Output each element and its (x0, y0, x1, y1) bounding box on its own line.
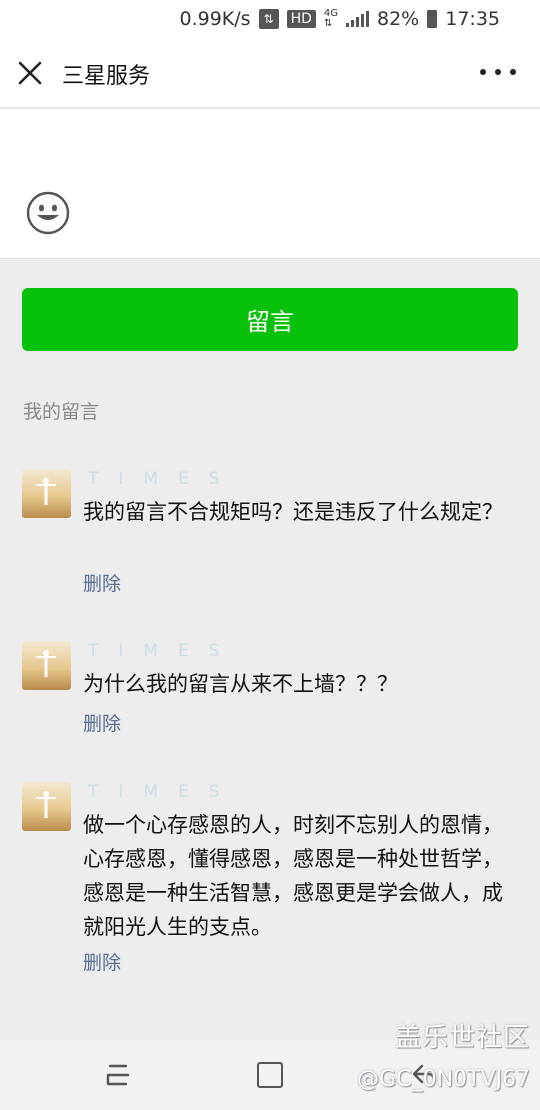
delete-link[interactable]: 删除 (83, 948, 121, 975)
network-speed: 0.99K/s (179, 8, 251, 30)
battery-percent: 82% (377, 8, 420, 30)
clock: 17:35 (445, 8, 500, 30)
delete-link[interactable]: 删除 (83, 569, 121, 596)
my-comments-heading: 我的留言 (23, 401, 100, 423)
title-bar: 三星服务 (0, 38, 540, 108)
data-transfer-icon: ⇅ (258, 9, 279, 29)
avatar (22, 641, 71, 690)
comment-input-area[interactable] (0, 109, 540, 259)
watermark-logo-text: 盖乐世社区 (394, 1023, 530, 1053)
comment-text: 做一个心存感恩的人，时刻不忘别人的恩情，心存感恩，懂得感恩，感恩是一种处世哲学，… (83, 813, 503, 939)
watermark-user: @GC_0N0TVJ67 (357, 1067, 530, 1092)
battery-icon (427, 10, 438, 28)
more-dots-icon[interactable] (480, 62, 516, 82)
avatar (22, 469, 71, 518)
comment-text: 我的留言不合规矩吗？还是违反了什么规定？ (83, 500, 503, 524)
avatar (22, 782, 71, 831)
delete-link[interactable]: 删除 (83, 709, 121, 736)
network-type: 4G ⇅ (323, 8, 338, 29)
recent-apps-icon[interactable] (104, 1062, 132, 1088)
home-icon[interactable] (257, 1062, 283, 1088)
page-title: 三星服务 (62, 64, 151, 89)
nickname: TIMES (88, 469, 240, 489)
close-icon[interactable] (16, 59, 44, 87)
submit-comment-button[interactable]: 留言 (22, 288, 518, 351)
emoji-smile-icon[interactable] (26, 191, 70, 235)
nickname: TIMES (88, 641, 240, 661)
signal-bars-icon (346, 11, 369, 27)
comment-text: 为什么我的留言从来不上墙？？？ (83, 672, 398, 696)
nickname: TIMES (88, 782, 240, 802)
hd-badge: HD (286, 10, 316, 28)
status-bar: 0.99K/s ⇅ HD 4G ⇅ 82% 17:35 (0, 0, 540, 38)
